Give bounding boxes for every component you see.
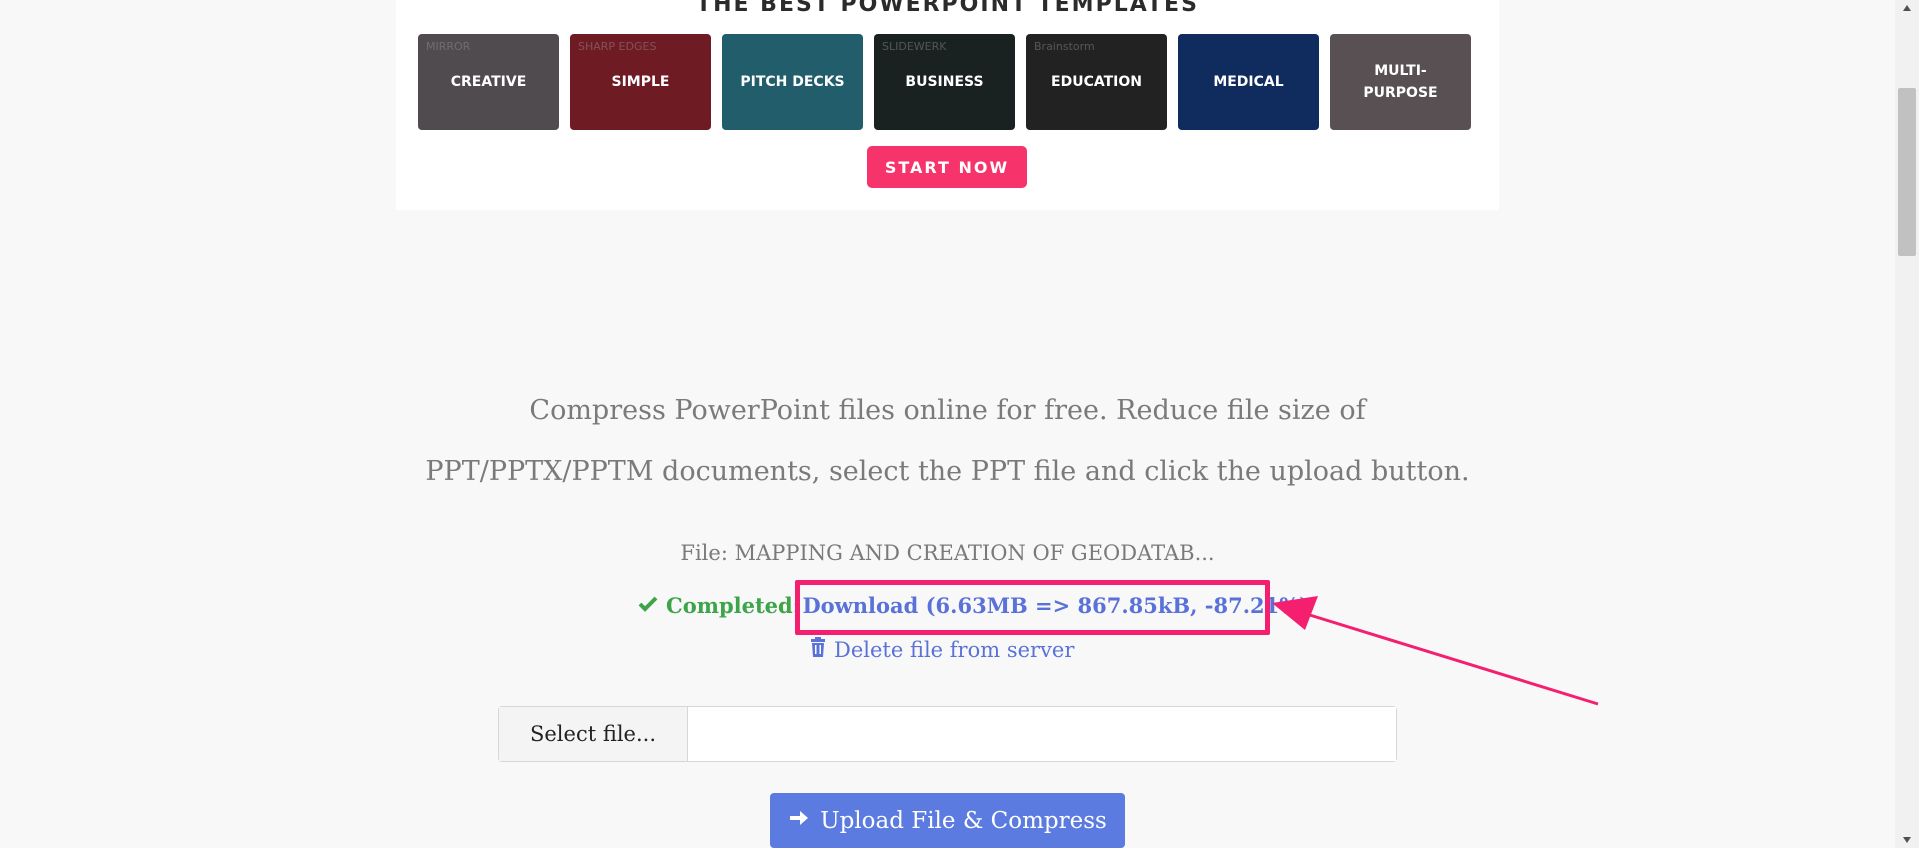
vertical-scrollbar[interactable] [1895,0,1919,848]
scroll-thumb[interactable] [1898,88,1916,256]
annotation-arrow [1272,596,1599,706]
scroll-down-icon[interactable] [1895,832,1919,848]
scroll-up-icon[interactable] [1895,0,1919,16]
